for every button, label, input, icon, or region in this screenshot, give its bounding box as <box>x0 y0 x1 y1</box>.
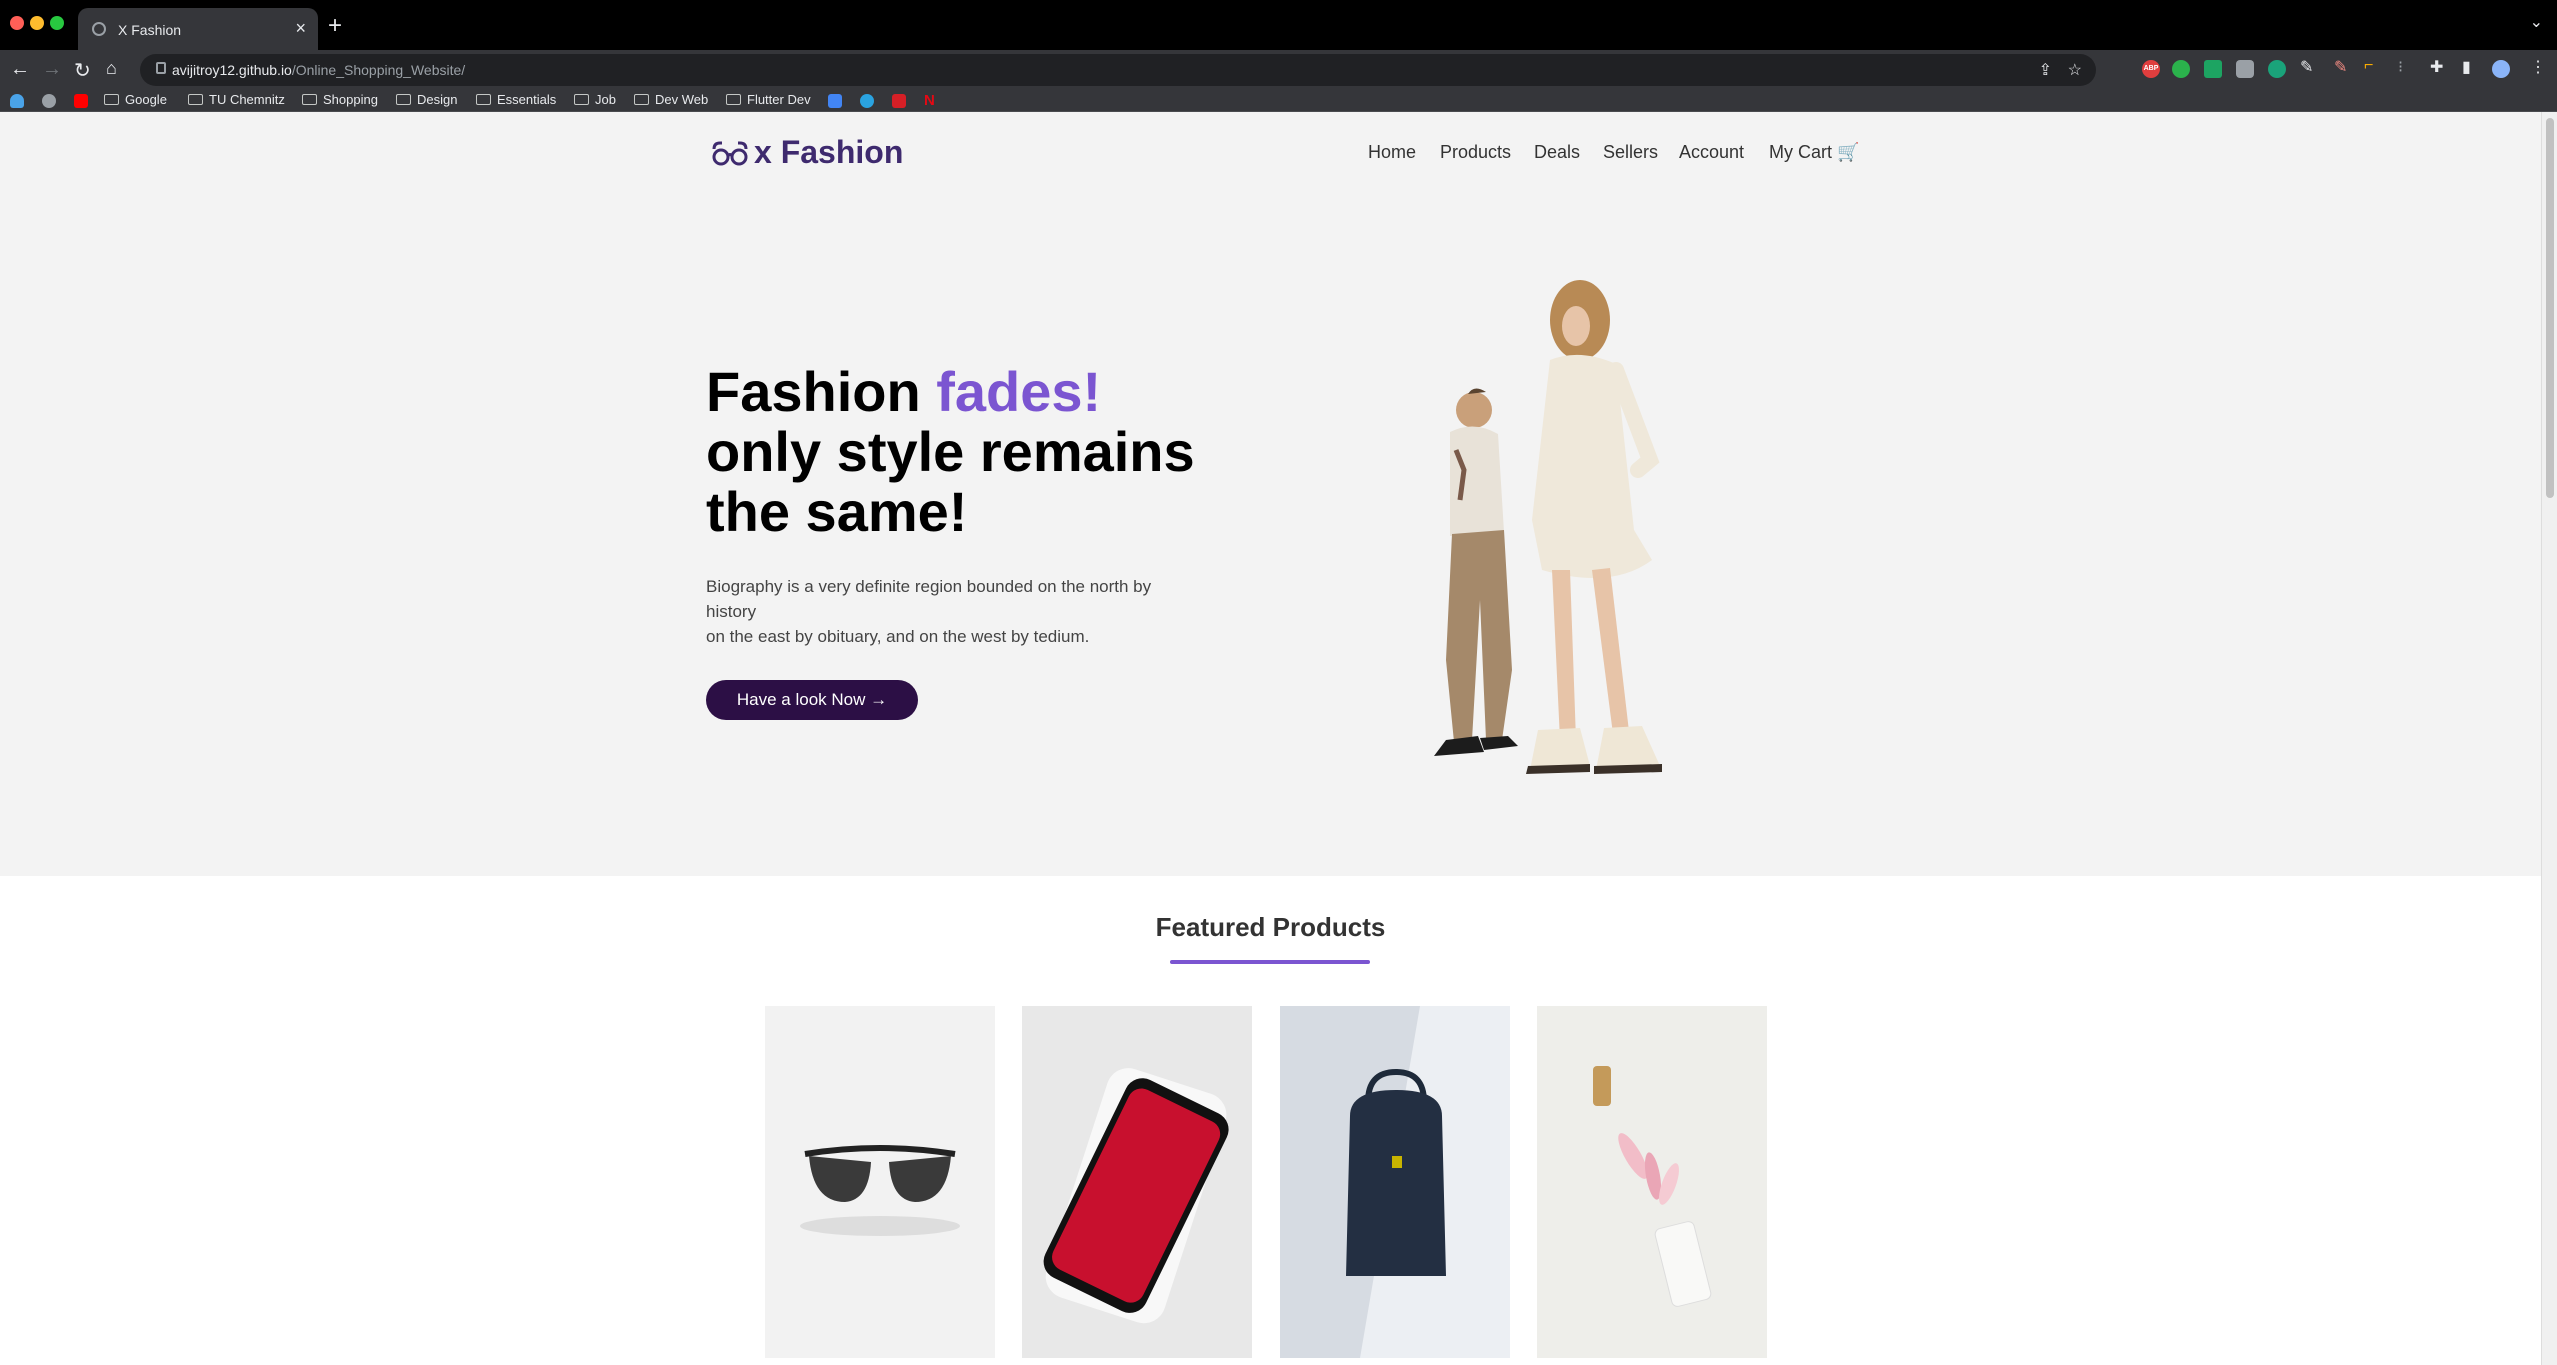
folder-icon <box>574 94 589 105</box>
nav-account[interactable]: Account <box>1679 142 1744 163</box>
star-icon[interactable]: ☆ <box>2068 60 2082 80</box>
headline-line-3: the same! <box>706 480 968 543</box>
page-scrollbar[interactable] <box>2541 112 2557 1365</box>
sidebar-icon[interactable]: ▮ <box>2462 57 2471 77</box>
forward-arrow-icon[interactable]: → <box>42 58 62 81</box>
netflix-icon[interactable]: N <box>924 93 938 108</box>
bracket-extension-icon[interactable]: ⌐ <box>2364 57 2373 75</box>
product-card-backpack[interactable] <box>1280 1006 1510 1358</box>
browser-tab[interactable]: X Fashion × <box>78 8 318 50</box>
globe-icon <box>92 22 106 36</box>
folder-icon <box>634 94 649 105</box>
folder-icon <box>396 94 411 105</box>
title-underline <box>1170 960 1370 964</box>
bookmark-folder[interactable]: Shopping <box>302 92 378 107</box>
nav-products[interactable]: Products <box>1440 142 1511 163</box>
maximize-window-button[interactable] <box>50 16 64 30</box>
tab-title: X Fashion <box>118 22 182 38</box>
browser-chrome: X Fashion × + ⌄ ← → ↻ ⌂ avijitroy12.gith… <box>0 0 2557 112</box>
check-extension-icon[interactable] <box>2172 60 2190 78</box>
address-bar[interactable]: avijitroy12.github.io/Online_Shopping_We… <box>140 54 2096 86</box>
browser-toolbar: ← → ↻ ⌂ avijitroy12.github.io/Online_Sho… <box>0 50 2557 90</box>
pdf-icon[interactable] <box>892 94 906 108</box>
headline-line-1: Fashion fades! <box>706 360 1102 423</box>
bookmark-folder[interactable]: Dev Web <box>634 92 708 107</box>
folder-icon <box>104 94 119 105</box>
puzzle-icon[interactable]: ✚ <box>2430 57 2443 77</box>
sunglasses-image <box>800 1145 960 1236</box>
folder-icon <box>188 94 203 105</box>
flag-extension-icon[interactable] <box>2204 60 2222 78</box>
url-text[interactable]: avijitroy12.github.io/Online_Shopping_We… <box>172 62 465 78</box>
telegram-icon[interactable] <box>860 94 874 108</box>
avatar[interactable] <box>2492 60 2510 78</box>
back-arrow-icon[interactable]: ← <box>10 58 30 81</box>
translate-icon[interactable] <box>828 94 842 108</box>
hero-section: x Fashion Home Products Deals Sellers Ac… <box>0 112 2541 876</box>
adblock-extension-icon[interactable]: ABP <box>2142 60 2160 78</box>
camera-extension-icon[interactable] <box>2236 60 2254 78</box>
folder-icon <box>302 94 317 105</box>
globe-icon[interactable] <box>42 94 56 108</box>
nav-home[interactable]: Home <box>1368 142 1416 163</box>
tab-strip: X Fashion × + ⌄ <box>0 0 2557 50</box>
nav-my-cart[interactable]: My Cart 🛒 <box>1769 142 1859 163</box>
folder-icon <box>476 94 491 105</box>
site-logo[interactable]: x Fashion <box>712 134 903 171</box>
edit-extension-icon[interactable]: ✎ <box>2334 57 2347 77</box>
chevron-down-icon[interactable]: ⌄ <box>2530 12 2543 32</box>
new-tab-button[interactable]: + <box>328 12 342 40</box>
reload-icon[interactable]: ↻ <box>74 58 91 83</box>
perfume-image <box>1593 1066 1712 1307</box>
cart-icon: 🛒 <box>1837 142 1860 162</box>
phone-image <box>1043 1068 1229 1324</box>
product-card-phone[interactable] <box>1022 1006 1252 1358</box>
bookmark-folder[interactable]: Flutter Dev <box>726 92 811 107</box>
webpage: x Fashion Home Products Deals Sellers Ac… <box>0 112 2541 1365</box>
hero-description: Biography is a very definite region boun… <box>706 577 1152 646</box>
scrollbar-thumb[interactable] <box>2546 118 2554 498</box>
product-card-sunglasses[interactable] <box>765 1006 995 1358</box>
bottle-extension-icon[interactable]: ⁝ <box>2398 57 2403 77</box>
close-window-button[interactable] <box>10 16 24 30</box>
glasses-icon <box>712 141 748 166</box>
youtube-icon[interactable] <box>74 94 88 108</box>
grammarly-extension-icon[interactable] <box>2268 60 2286 78</box>
headline-line-2: only style remains <box>706 420 1195 483</box>
bookmarks-bar: Google TU Chemnitz Shopping Design Essen… <box>0 90 2557 112</box>
product-card-perfume[interactable] <box>1537 1006 1767 1358</box>
bookmark-folder[interactable]: Essentials <box>476 92 556 107</box>
home-icon[interactable]: ⌂ <box>106 58 117 79</box>
bookmark-folder[interactable]: Job <box>574 92 616 107</box>
featured-products-title: Featured Products <box>1155 912 1386 942</box>
bookmark-folder[interactable]: TU Chemnitz <box>188 92 285 107</box>
pen-extension-icon[interactable]: ✎ <box>2300 57 2313 77</box>
headline-accent: fades! <box>936 360 1102 423</box>
have-a-look-button[interactable]: Have a look Now → <box>706 680 918 720</box>
nav-sellers[interactable]: Sellers <box>1603 142 1658 163</box>
bookmark-folder[interactable]: Google <box>104 92 167 107</box>
hero-headline: Fashion fades! only style remains the sa… <box>706 362 1195 542</box>
backpack-image <box>1346 1006 1510 1358</box>
logo-text: x Fashion <box>754 134 904 170</box>
lock-icon <box>156 62 166 74</box>
bookmark-folder[interactable]: Design <box>396 92 457 107</box>
nav-deals[interactable]: Deals <box>1534 142 1580 163</box>
hero-models-image <box>1434 280 1662 774</box>
cloud-icon[interactable] <box>10 94 24 108</box>
share-icon[interactable]: ⇪ <box>2039 60 2052 80</box>
folder-icon <box>726 94 741 105</box>
minimize-window-button[interactable] <box>30 16 44 30</box>
close-tab-icon[interactable]: × <box>295 18 306 39</box>
kebab-menu-icon[interactable]: ⋮ <box>2530 57 2546 77</box>
